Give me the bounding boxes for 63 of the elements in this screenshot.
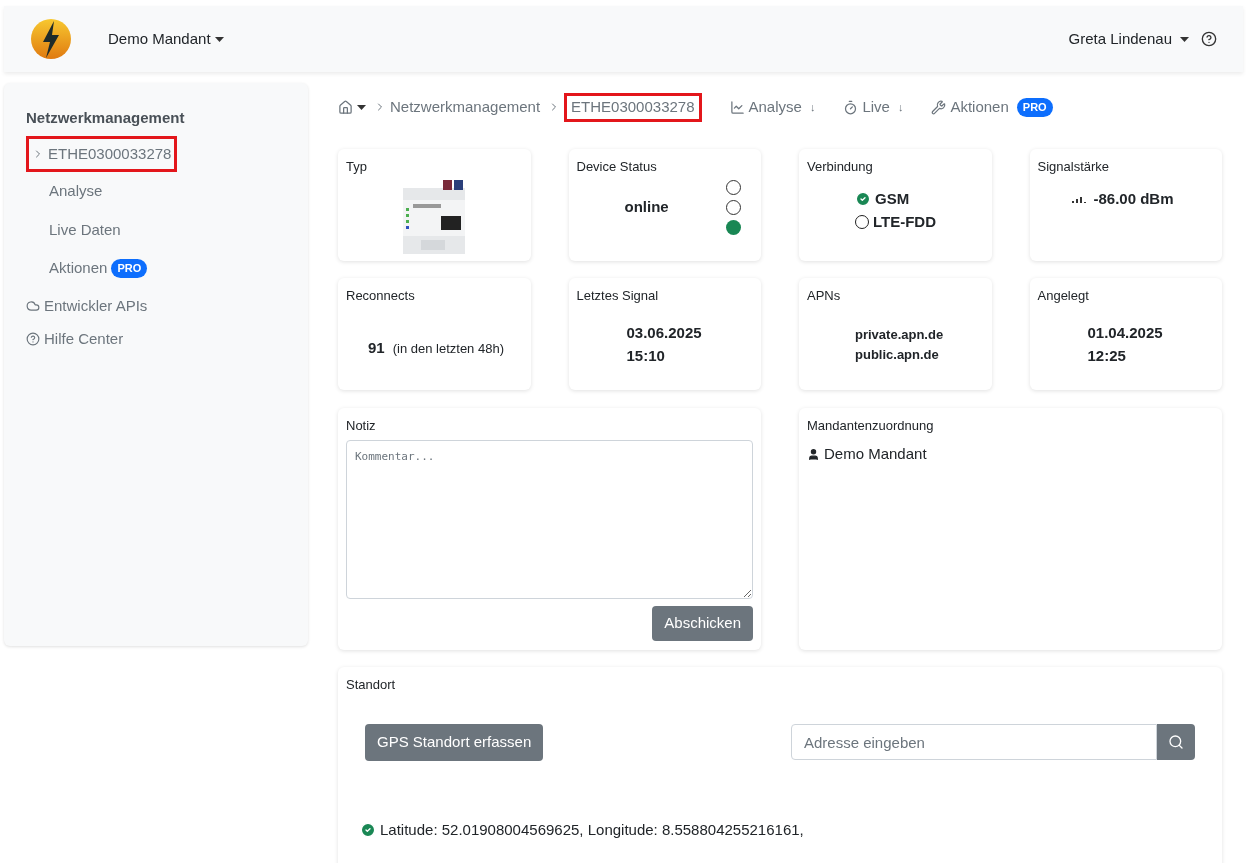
count-value: 91 [368, 338, 385, 358]
timer-icon [843, 99, 859, 115]
arrow-glyph: ↓ [809, 100, 816, 115]
card-title: Notiz [346, 416, 377, 435]
caret-icon [1180, 36, 1189, 42]
connection-label: LTE-FDD [873, 211, 937, 232]
card-title: Typ [346, 157, 368, 176]
coordinates-text: Latitude: 52.01908004569625, Longitude: 8.558804255216161, [380, 819, 804, 840]
tenant-name: Demo Mandant [824, 444, 927, 464]
sidebar-subitem[interactable]: Aktionen PRO [26, 249, 286, 288]
sidebar-title: Netzwerkmanagement [26, 108, 186, 128]
sidebar-item[interactable]: Entwickler APIs [26, 290, 148, 321]
card-title: Angelegt [1037, 286, 1090, 305]
card-title: Device Status [576, 157, 658, 176]
status-value: online [624, 197, 669, 218]
card-value: 01.04.2025 [1087, 323, 1164, 343]
card-title: APNs [807, 286, 842, 305]
caret-icon [214, 36, 224, 42]
address-field[interactable]: Adresse eingeben [791, 724, 1157, 761]
home-icon[interactable] [338, 99, 353, 115]
card-title: Signalstärke [1037, 157, 1111, 176]
pro-badge: PRO [111, 259, 148, 278]
sidebar-item[interactable]: ETHE0300033278 [26, 135, 178, 172]
caret-icon [357, 104, 366, 110]
action-menu[interactable]: Live ↓ [843, 96, 904, 119]
user-menu[interactable]: Greta Lindenau [1068, 27, 1189, 51]
card-value: 15:10 [626, 346, 666, 366]
card-value: 03.06.2025 [626, 323, 703, 343]
card-value: 12:25 [1087, 346, 1127, 366]
search-button[interactable] [1157, 724, 1195, 761]
sidebar-subitem[interactable]: Live Daten [26, 210, 286, 249]
card-title: Reconnects [346, 286, 416, 305]
lightning-logo-icon[interactable] [30, 18, 72, 60]
action-menu[interactable]: Analyse ↓ [729, 96, 816, 119]
card-title: Letztes Signal [576, 286, 660, 305]
tenant-dropdown[interactable]: Demo Mandant [108, 27, 224, 51]
signal-value: -86.00 dBm [1093, 189, 1174, 209]
arrow-glyph: ↓ [897, 100, 904, 115]
submit-button[interactable]: Abschicken [652, 606, 753, 641]
pro-badge: PRO [1016, 98, 1053, 117]
help-icon [26, 332, 40, 347]
user-icon [807, 447, 820, 461]
help-icon[interactable] [1201, 31, 1217, 47]
sidebar-subitem[interactable]: Analyse [26, 172, 286, 211]
card-value: public.apn.de [855, 346, 940, 364]
cloud-icon [26, 298, 40, 313]
search-icon [1168, 734, 1184, 751]
breadcrumb-link[interactable]: ETHE0300033278 [564, 93, 702, 122]
chart-icon [729, 99, 745, 115]
action-menu[interactable]: Aktionen PRO [931, 96, 1053, 119]
sidebar-item[interactable]: Hilfe Center [26, 324, 124, 355]
connection-label: GSM [875, 189, 910, 209]
card-title: Standort [346, 675, 397, 694]
count-note: (in den letzten 48h) [392, 339, 504, 358]
card-title: Mandantenzuordnung [807, 416, 935, 435]
breadcrumb-link[interactable]: Netzwerkmanagement [390, 96, 541, 119]
wrench-icon [931, 99, 947, 115]
check-icon [360, 821, 376, 838]
card-title: Verbindung [807, 157, 874, 176]
signal-icon [1071, 195, 1086, 204]
card-value: private.apn.de [855, 326, 945, 344]
comment-field[interactable]: Kommentar... [346, 440, 753, 599]
gps-button[interactable]: GPS Standort erfassen [365, 724, 544, 761]
